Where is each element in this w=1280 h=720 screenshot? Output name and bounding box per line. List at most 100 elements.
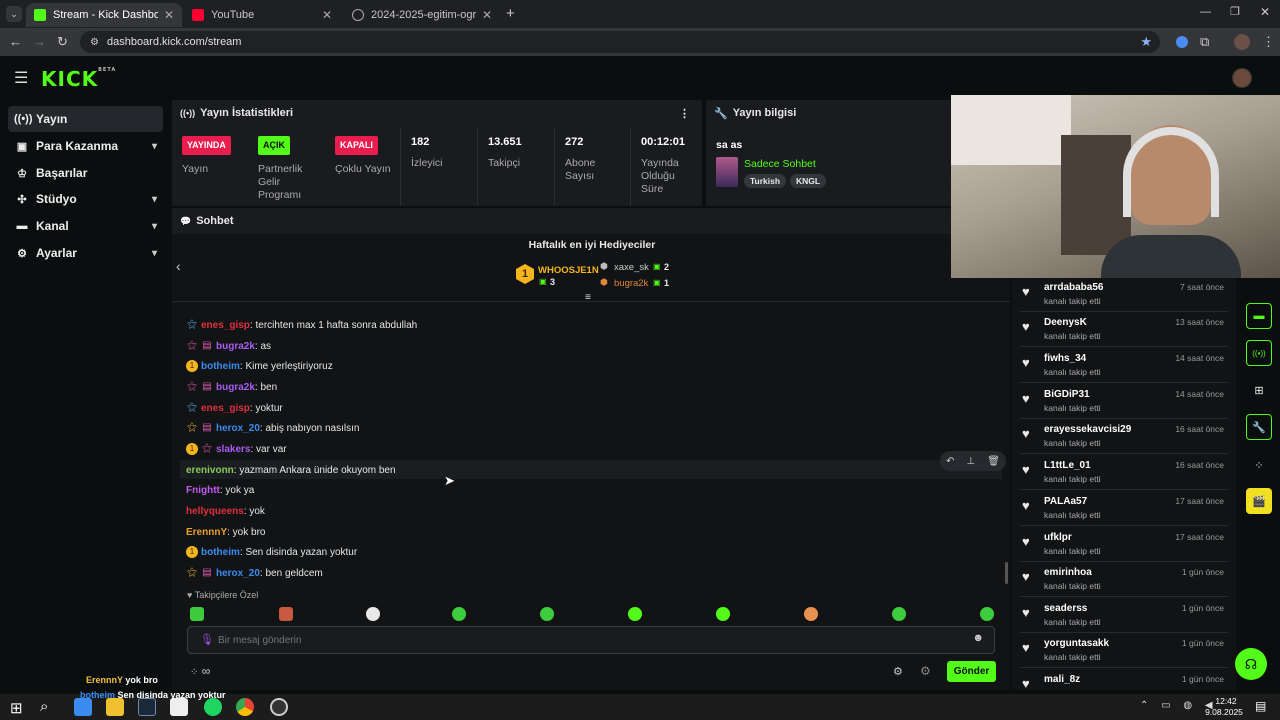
sidebar-item-kanal[interactable]: ▬ Kanal ▾ [8, 213, 163, 239]
extensions-puzzle-icon[interactable]: ⧉ [1200, 34, 1209, 50]
spotify-icon[interactable] [204, 698, 222, 716]
chat-message[interactable]: ⚝ enes_gisp: tercihten max 1 hafta sonra … [186, 316, 417, 334]
back-icon[interactable]: ← [9, 34, 22, 49]
chat-message[interactable]: erenivonn: yazmam Ankara ünide okuyom be… [186, 461, 396, 479]
kebab-menu-icon[interactable]: ⋮ [679, 107, 690, 120]
chevron-left-icon[interactable]: ‹ [176, 258, 181, 274]
follower-name[interactable]: DeenysK [1044, 317, 1087, 328]
tab-egitim[interactable]: 2024-2025-egitim-ogretim-yili-... ✕ [344, 3, 500, 27]
chat-message[interactable]: 1 ⚝ slakers: var var [186, 440, 287, 458]
chat-message[interactable]: ⚝ ▤ herox_20: ben geldcem [186, 564, 323, 582]
more-menu-icon[interactable]: ⋮ [1262, 34, 1275, 50]
kick-logo[interactable]: KICKBETA [41, 67, 116, 91]
chat-username[interactable]: botheim [201, 547, 240, 558]
follower-name[interactable]: PALAa57 [1044, 496, 1087, 507]
gifter-name[interactable]: WHOOSJE1N [538, 265, 599, 276]
sidebar-item-para-kazanma[interactable]: ▣ Para Kazanma ▾ [8, 133, 163, 159]
close-icon[interactable]: ✕ [482, 8, 492, 22]
follower-name[interactable]: yorguntasakk [1044, 638, 1109, 649]
chat-username[interactable]: enes_gisp [201, 320, 250, 331]
gifter-name[interactable]: bugra2k [614, 278, 648, 289]
tab-list-button[interactable]: ⌄ [6, 6, 22, 22]
chat-username[interactable]: botheim [201, 361, 240, 372]
chat-message[interactable]: ErennnY: yok bro [186, 523, 265, 541]
user-avatar[interactable] [1232, 68, 1252, 88]
category-name[interactable]: Sadece Sohbet [744, 158, 816, 170]
follower-name[interactable]: erayessekavcisi29 [1044, 424, 1131, 435]
clock-date[interactable]: 9.08.2025 [1200, 707, 1248, 717]
sidebar-item-yayin[interactable]: ((•)) Yayın [8, 106, 163, 132]
search-icon[interactable]: ⌕ [40, 698, 48, 715]
follower-name[interactable]: ufklpr [1044, 532, 1072, 543]
emote-icon[interactable] [804, 607, 818, 621]
sidebar-item-basarilar[interactable]: ♔ Başarılar [8, 160, 163, 186]
points-icon[interactable]: ⁘ [190, 667, 198, 678]
follower-name[interactable]: fiwhs_34 [1044, 353, 1086, 364]
restore-button[interactable]: ❐ [1230, 5, 1240, 18]
emote-icon[interactable] [452, 607, 466, 621]
follower-name[interactable]: seaderss [1044, 603, 1087, 614]
minimize-button[interactable]: — [1200, 6, 1211, 18]
sidebar-item-studyo[interactable]: ✣ Stüdyo ▾ [8, 186, 163, 212]
chat-username[interactable]: bugra2k [216, 341, 255, 352]
follower-row[interactable]: ♥ yorguntasakk kanalı takip etti 1 gün önce [1020, 634, 1228, 668]
follower-name[interactable]: arrdababa56 [1044, 282, 1103, 293]
chat-username[interactable]: herox_20 [216, 423, 260, 434]
chat-scrollbar[interactable] [1005, 562, 1008, 584]
chat-username[interactable]: enes_gisp [201, 403, 250, 414]
follower-name[interactable]: BiGDiP31 [1044, 389, 1090, 400]
profile-avatar[interactable] [1234, 34, 1250, 50]
rail-apps-button[interactable]: ⁘ [1246, 452, 1272, 478]
steam-icon[interactable] [138, 698, 156, 716]
close-icon[interactable]: ✕ [322, 8, 332, 22]
rail-broadcast-button[interactable]: ((•)) [1246, 340, 1272, 366]
site-info-icon[interactable]: ⚙ [90, 37, 99, 48]
chat-username[interactable]: hellyqueens [186, 506, 244, 517]
gifter-name[interactable]: xaxe_sk [614, 262, 649, 273]
follower-row[interactable]: ♥ seaderss kanalı takip etti 1 gün önce [1020, 599, 1228, 633]
notification-icon[interactable]: ▤ [1255, 699, 1266, 713]
emote-icon[interactable] [190, 607, 204, 621]
forward-icon[interactable]: → [33, 34, 46, 49]
chat-username[interactable]: erenivonn [186, 465, 234, 476]
follower-row[interactable]: ♥ arrdababa56 kanalı takip etti 7 saat önce [1020, 278, 1228, 312]
windows-start-icon[interactable]: ⊞ [10, 699, 23, 717]
obs-icon[interactable] [270, 698, 288, 716]
collapse-icon[interactable]: ≡ [585, 292, 591, 303]
reload-icon[interactable]: ↻ [57, 34, 68, 50]
close-icon[interactable]: ✕ [164, 8, 174, 22]
send-button[interactable]: Gönder [947, 661, 996, 682]
follower-row[interactable]: ♥ emirinhoa kanalı takip etti 1 gün önce [1020, 563, 1228, 597]
emote-icon[interactable] [892, 607, 906, 621]
emote-icon[interactable] [366, 607, 380, 621]
rail-wrench-button[interactable]: 🔧 [1246, 414, 1272, 440]
chat-message[interactable]: ⚝ ▤ herox_20: abiş nabıyon nasılsın [186, 419, 359, 437]
tab-youtube[interactable]: YouTube ✕ [184, 3, 340, 27]
follower-row[interactable]: ♥ L1ttLe_01 kanalı takip etti 16 saat önce [1020, 456, 1228, 490]
chat-message[interactable]: 1 botheim: Kime yerleştiriyoruz [186, 357, 333, 375]
follower-row[interactable]: ♥ mali_8z 1 gün önce [1020, 670, 1228, 691]
file-explorer-icon[interactable] [106, 698, 124, 716]
chat-message[interactable]: ⚝ ▤ bugra2k: as [186, 337, 271, 355]
clock-time[interactable]: 12:42 [1208, 696, 1244, 706]
chat-username[interactable]: slakers [216, 444, 250, 455]
chat-message[interactable]: hellyqueens: yok [186, 502, 265, 520]
pin-icon[interactable]: ⊥ [966, 456, 975, 467]
emote-icon[interactable] [628, 607, 642, 621]
follower-row[interactable]: ♥ erayessekavcisi29 kanalı takip etti 16 sa… [1020, 420, 1228, 454]
chat-message[interactable]: 1 botheim: Sen disinda yazan yoktur [186, 543, 357, 561]
chat-input[interactable] [218, 631, 958, 649]
follower-row[interactable]: ♥ DeenysK kanalı takip etti 13 saat önce [1020, 313, 1228, 347]
bookmark-star-icon[interactable]: ★ [1140, 34, 1152, 50]
rail-tools-button[interactable]: ⊞ [1246, 377, 1272, 403]
window-close-button[interactable]: ✕ [1260, 5, 1270, 19]
chat-username[interactable]: bugra2k [216, 382, 255, 393]
emote-icon[interactable] [980, 607, 994, 621]
store-icon[interactable] [170, 698, 188, 716]
chat-bot-icon[interactable]: ⚙ [920, 664, 931, 678]
emoji-icon[interactable]: ☻ [972, 632, 984, 644]
chat-username[interactable]: Fnightt [186, 485, 220, 496]
follower-name[interactable]: mali_8z [1044, 674, 1080, 685]
follower-row[interactable]: ♥ PALAa57 kanalı takip etti 17 saat önce [1020, 492, 1228, 526]
follower-name[interactable]: emirinhoa [1044, 567, 1092, 578]
